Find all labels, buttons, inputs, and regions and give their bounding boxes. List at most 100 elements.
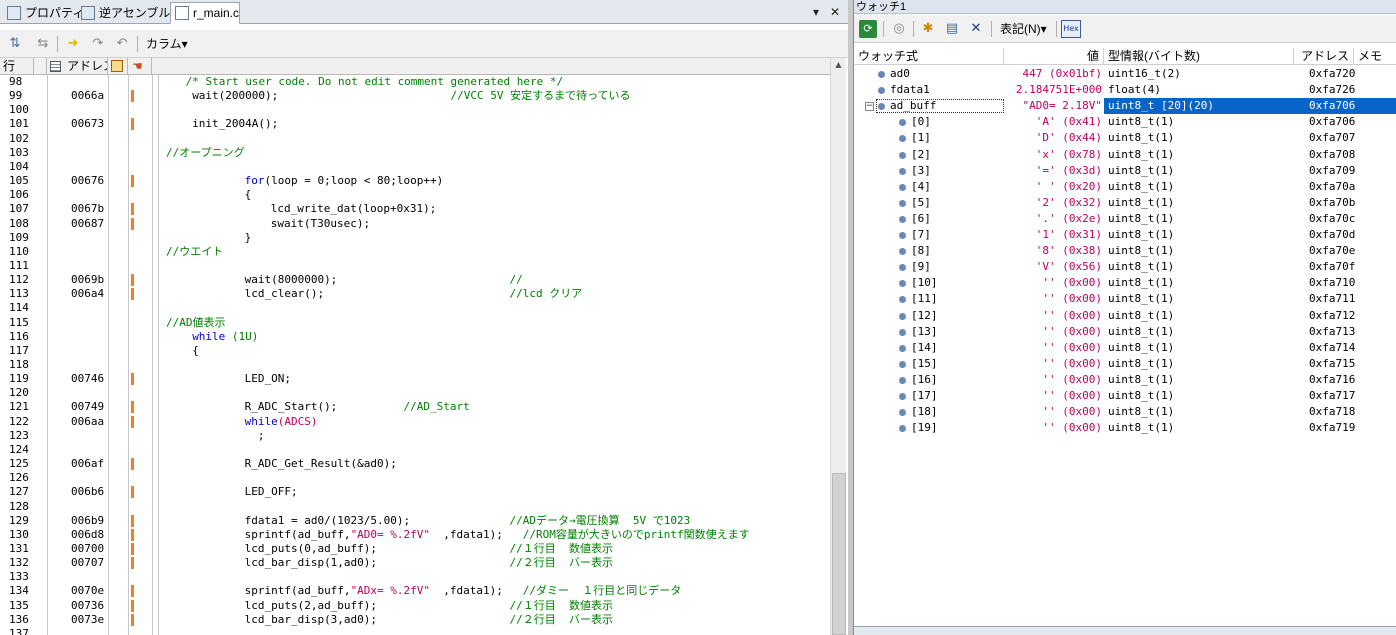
sync-icon[interactable]: ⇆ xyxy=(34,35,52,53)
watch-row[interactable]: [3] '=' (0x3d) uint8_t(1) 0xfa709 xyxy=(854,163,1396,179)
code-line[interactable]: 135 00736 lcd_puts(2,ad_buff); //１行目 数値表示 xyxy=(0,599,830,613)
event-column-header[interactable] xyxy=(108,58,128,75)
watch-row[interactable]: [8] '8' (0x38) uint8_t(1) 0xfa70e xyxy=(854,243,1396,259)
column-menu-button[interactable]: カラム▾ xyxy=(146,35,188,53)
watch-value[interactable]: '' (0x00) xyxy=(1042,275,1102,291)
watch-value[interactable]: '1' (0x31) xyxy=(1036,227,1102,243)
watch-value[interactable]: '' (0x00) xyxy=(1042,308,1102,324)
code-line[interactable]: 101 00673 init_2004A(); xyxy=(0,117,830,131)
watch-bottom-tabs[interactable] xyxy=(854,626,1396,635)
watch-value[interactable]: 'x' (0x78) xyxy=(1036,147,1102,163)
code-line[interactable]: 106 { xyxy=(0,188,830,202)
tab-properties[interactable]: プロパティ xyxy=(2,2,84,24)
code-line[interactable]: 109} xyxy=(0,231,830,245)
scroll-up-icon[interactable]: ▲ xyxy=(831,58,846,72)
code-line[interactable]: 129 006b9 fdata1 = ad0/(1023/5.00); //ADデー… xyxy=(0,514,830,528)
type-column-header[interactable]: 型情報(バイト数) xyxy=(1104,48,1294,65)
undo-icon[interactable]: ↶ xyxy=(113,35,131,53)
code-line[interactable]: 122 006aa while(ADCS) xyxy=(0,415,830,429)
code-line[interactable]: 110 //ウエイト xyxy=(0,245,830,259)
redo-icon[interactable]: ↷ xyxy=(89,35,107,53)
watch-value[interactable]: 'V' (0x56) xyxy=(1036,259,1102,275)
code-editor[interactable]: 98 /* Start user code. Do not edit commen… xyxy=(0,75,830,635)
expr-column-header[interactable]: ウォッチ式 xyxy=(854,48,1004,65)
code-line[interactable]: 137 xyxy=(0,627,830,635)
code-line[interactable]: 134 0070e sprintf(ad_buff,"ADx= %.2fV" ,fd… xyxy=(0,584,830,598)
code-line[interactable]: 112 0069b wait(8000000); // xyxy=(0,273,830,287)
code-line[interactable]: 105 00676 for(loop = 0;loop < 80;loop++) xyxy=(0,174,830,188)
watch-value[interactable]: 'A' (0x41) xyxy=(1036,114,1102,130)
code-line[interactable]: 125 006af R_ADC_Get_Result(&ad0); xyxy=(0,457,830,471)
watch-value[interactable]: '2' (0x32) xyxy=(1036,195,1102,211)
add-category-icon[interactable]: ▤ xyxy=(943,20,961,38)
code-line[interactable]: 124 xyxy=(0,443,830,457)
watch-row[interactable]: ad0 447 (0x01bf) uint16_t(2) 0xfa720 xyxy=(854,66,1396,82)
watch-row[interactable]: [10] '' (0x00) uint8_t(1) 0xfa710 xyxy=(854,275,1396,291)
arrow-right-icon[interactable]: ➜ xyxy=(64,35,82,53)
watch-value[interactable]: '' (0x00) xyxy=(1042,404,1102,420)
watch-row[interactable]: fdata1 2.184751E+000 float(4) 0xfa726 xyxy=(854,82,1396,98)
code-line[interactable]: 114 xyxy=(0,301,830,315)
scrollbar-thumb[interactable] xyxy=(832,473,846,635)
watch-row[interactable]: [16] '' (0x00) uint8_t(1) 0xfa716 xyxy=(854,372,1396,388)
code-line[interactable]: 100 xyxy=(0,103,830,117)
watch-value[interactable]: '' (0x00) xyxy=(1042,420,1102,436)
watch-row[interactable]: [17] '' (0x00) uint8_t(1) 0xfa717 xyxy=(854,388,1396,404)
watch-disabled-icon[interactable]: ◎ xyxy=(890,20,908,38)
watch-row[interactable]: [19] '' (0x00) uint8_t(1) 0xfa719 xyxy=(854,420,1396,436)
view-menu-button[interactable]: 表記(N)▾ xyxy=(1000,20,1047,38)
watch-row[interactable]: [13] '' (0x00) uint8_t(1) 0xfa713 xyxy=(854,324,1396,340)
tab-list-dropdown-icon[interactable]: ▾ xyxy=(808,4,824,20)
code-line[interactable]: 120 xyxy=(0,386,830,400)
watch-value[interactable]: '' (0x00) xyxy=(1042,388,1102,404)
watch-value[interactable]: '=' (0x3d) xyxy=(1036,163,1102,179)
line-column-header[interactable]: 行 xyxy=(0,58,34,75)
watch-row[interactable]: − ad_buff "AD0= 2.18V" uint8_t [20](20) 0xfa… xyxy=(854,98,1396,115)
code-line[interactable]: 113 006a4 lcd_clear(); //lcd クリア xyxy=(0,287,830,301)
collapse-icon[interactable]: − xyxy=(865,102,874,112)
watch-row[interactable]: [9] 'V' (0x56) uint8_t(1) 0xfa70f xyxy=(854,259,1396,275)
watch-row[interactable]: [4] ' ' (0x20) uint8_t(1) 0xfa70a xyxy=(854,179,1396,195)
code-line[interactable]: 130 006d8 sprintf(ad_buff,"AD0= %.2fV" ,fd… xyxy=(0,528,830,542)
code-line[interactable]: 102 xyxy=(0,132,830,146)
close-icon[interactable]: ✕ xyxy=(827,4,843,20)
watch-row[interactable]: [11] '' (0x00) uint8_t(1) 0xfa711 xyxy=(854,291,1396,307)
watch-value[interactable]: ' ' (0x20) xyxy=(1036,179,1102,195)
watch-value[interactable]: "AD0= 2.18V" xyxy=(1023,98,1102,114)
code-line[interactable]: 118 xyxy=(0,358,830,372)
coverage-column-header[interactable]: ☚ xyxy=(128,58,152,75)
code-line[interactable]: 121 00749 R_ADC_Start(); //AD_Start xyxy=(0,400,830,414)
watch-value[interactable]: 2.184751E+000 xyxy=(1016,82,1102,98)
address-column-header[interactable]: アドレス xyxy=(1294,48,1354,65)
watch-value[interactable]: '' (0x00) xyxy=(1042,340,1102,356)
watch-row[interactable]: [1] 'D' (0x44) uint8_t(1) 0xfa707 xyxy=(854,130,1396,146)
code-line[interactable]: 119 00746 LED_ON; xyxy=(0,372,830,386)
code-line[interactable]: 136 0073e lcd_bar_disp(3,ad0); //２行目 バー表示 xyxy=(0,613,830,627)
code-line[interactable]: 116 while (1U) xyxy=(0,330,830,344)
code-line[interactable]: 98 /* Start user code. Do not edit commen… xyxy=(0,75,830,89)
code-line[interactable]: 133 xyxy=(0,570,830,584)
watch-row[interactable]: [15] '' (0x00) uint8_t(1) 0xfa715 xyxy=(854,356,1396,372)
address-column-header[interactable]: アドレス xyxy=(47,58,108,75)
code-line[interactable]: 108 00687 swait(T30usec); xyxy=(0,217,830,231)
tab-r-main-c[interactable]: r_main.c xyxy=(170,2,240,24)
watch-value[interactable]: '.' (0x2e) xyxy=(1036,211,1102,227)
watch-row[interactable]: [14] '' (0x00) uint8_t(1) 0xfa714 xyxy=(854,340,1396,356)
code-line[interactable]: 104 xyxy=(0,160,830,174)
code-line[interactable]: 132 00707 lcd_bar_disp(1,ad0); //２行目 バー表示 xyxy=(0,556,830,570)
watch-row[interactable]: [5] '2' (0x32) uint8_t(1) 0xfa70b xyxy=(854,195,1396,211)
watch-row[interactable]: [18] '' (0x00) uint8_t(1) 0xfa718 xyxy=(854,404,1396,420)
code-line[interactable]: 128 xyxy=(0,500,830,514)
code-line[interactable]: 126 xyxy=(0,471,830,485)
editor-vertical-scrollbar[interactable]: ▲ xyxy=(830,58,846,635)
hex-toggle-icon[interactable]: Hex xyxy=(1061,20,1081,38)
watch-value[interactable]: '' (0x00) xyxy=(1042,372,1102,388)
watch-row[interactable]: [6] '.' (0x2e) uint8_t(1) 0xfa70c xyxy=(854,211,1396,227)
watch-row[interactable]: [7] '1' (0x31) uint8_t(1) 0xfa70d xyxy=(854,227,1396,243)
watch-row[interactable]: [2] 'x' (0x78) uint8_t(1) 0xfa708 xyxy=(854,147,1396,163)
watch-value[interactable]: '8' (0x38) xyxy=(1036,243,1102,259)
code-line[interactable]: 103 //オープニング xyxy=(0,146,830,160)
code-line[interactable]: 123 ; xyxy=(0,429,830,443)
watch-row[interactable]: [12] '' (0x00) uint8_t(1) 0xfa712 xyxy=(854,308,1396,324)
watch-value[interactable]: '' (0x00) xyxy=(1042,356,1102,372)
